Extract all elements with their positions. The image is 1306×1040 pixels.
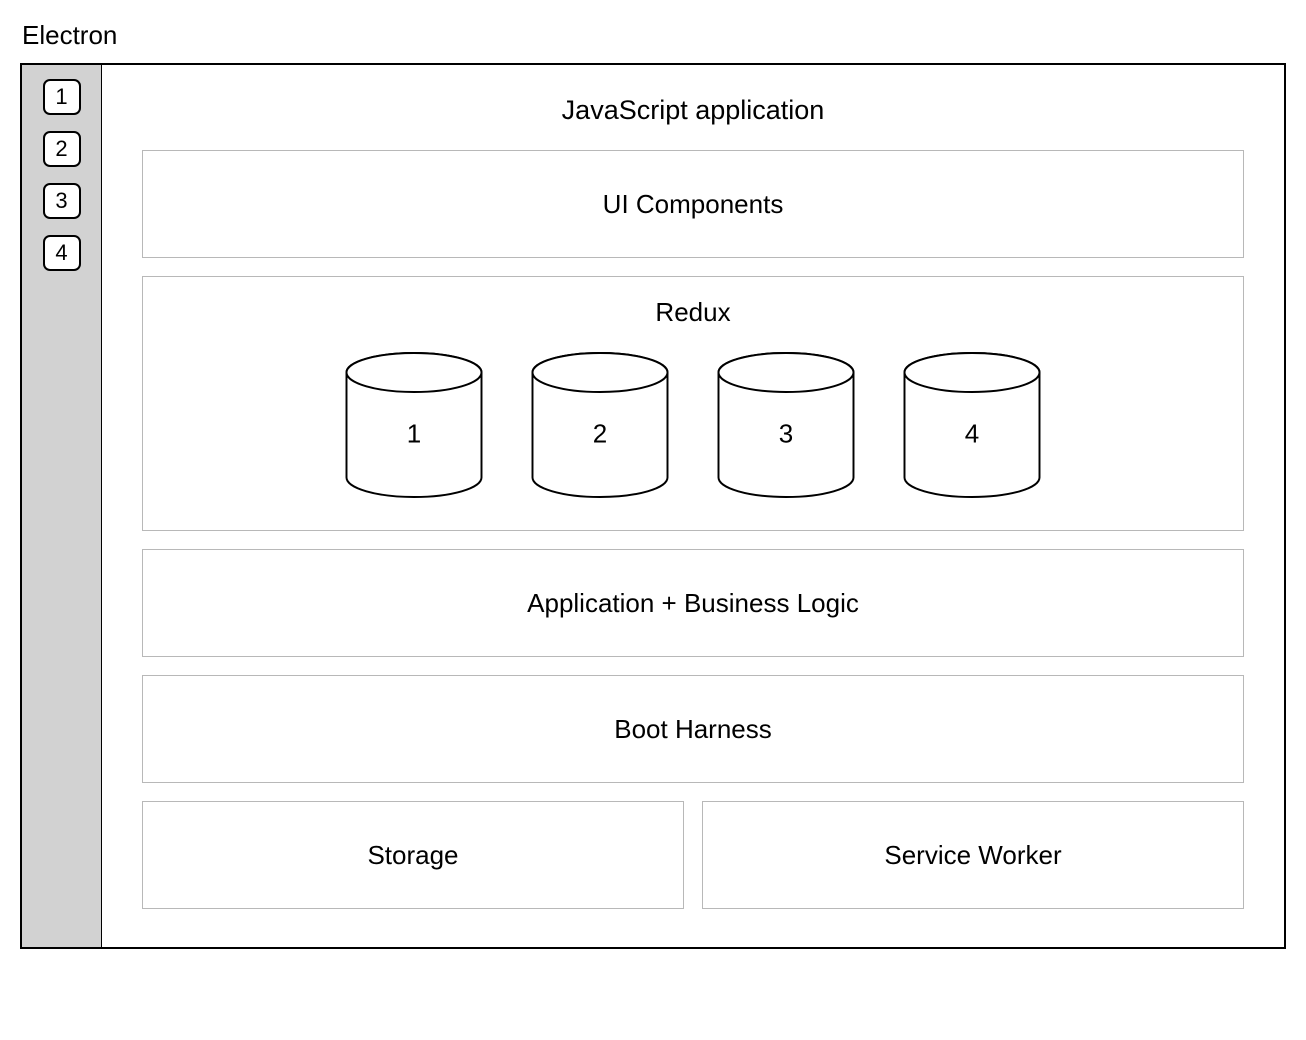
storage-layer: Storage: [142, 801, 684, 909]
redux-store-label: 3: [779, 419, 793, 450]
boot-harness-label: Boot Harness: [614, 714, 772, 745]
ui-components-layer: UI Components: [142, 150, 1244, 258]
boot-harness-layer: Boot Harness: [142, 675, 1244, 783]
sidebar-item-4: 4: [43, 235, 81, 271]
redux-store-label: 1: [407, 419, 421, 450]
redux-store-1: 1: [339, 350, 489, 500]
javascript-application: JavaScript application UI Components Red…: [102, 65, 1284, 947]
redux-store-label: 2: [593, 419, 607, 450]
bottom-row: Storage Service Worker: [142, 801, 1244, 909]
redux-store-label: 4: [965, 419, 979, 450]
service-worker-layer: Service Worker: [702, 801, 1244, 909]
redux-title: Redux: [173, 297, 1213, 328]
ui-components-label: UI Components: [603, 189, 784, 220]
redux-stores: 1 2 3: [173, 350, 1213, 500]
sidebar-item-1: 1: [43, 79, 81, 115]
service-worker-label: Service Worker: [884, 840, 1061, 871]
redux-store-4: 4: [897, 350, 1047, 500]
sidebar-item-2: 2: [43, 131, 81, 167]
application-title: JavaScript application: [142, 95, 1244, 126]
application-business-logic-label: Application + Business Logic: [527, 588, 859, 619]
sidebar: 1 2 3 4: [22, 65, 102, 947]
redux-store-3: 3: [711, 350, 861, 500]
storage-label: Storage: [367, 840, 458, 871]
application-business-logic-layer: Application + Business Logic: [142, 549, 1244, 657]
sidebar-item-3: 3: [43, 183, 81, 219]
redux-layer: Redux 1 2: [142, 276, 1244, 531]
diagram-title: Electron: [20, 20, 1286, 51]
electron-container: 1 2 3 4 JavaScript application UI Compon…: [20, 63, 1286, 949]
redux-store-2: 2: [525, 350, 675, 500]
